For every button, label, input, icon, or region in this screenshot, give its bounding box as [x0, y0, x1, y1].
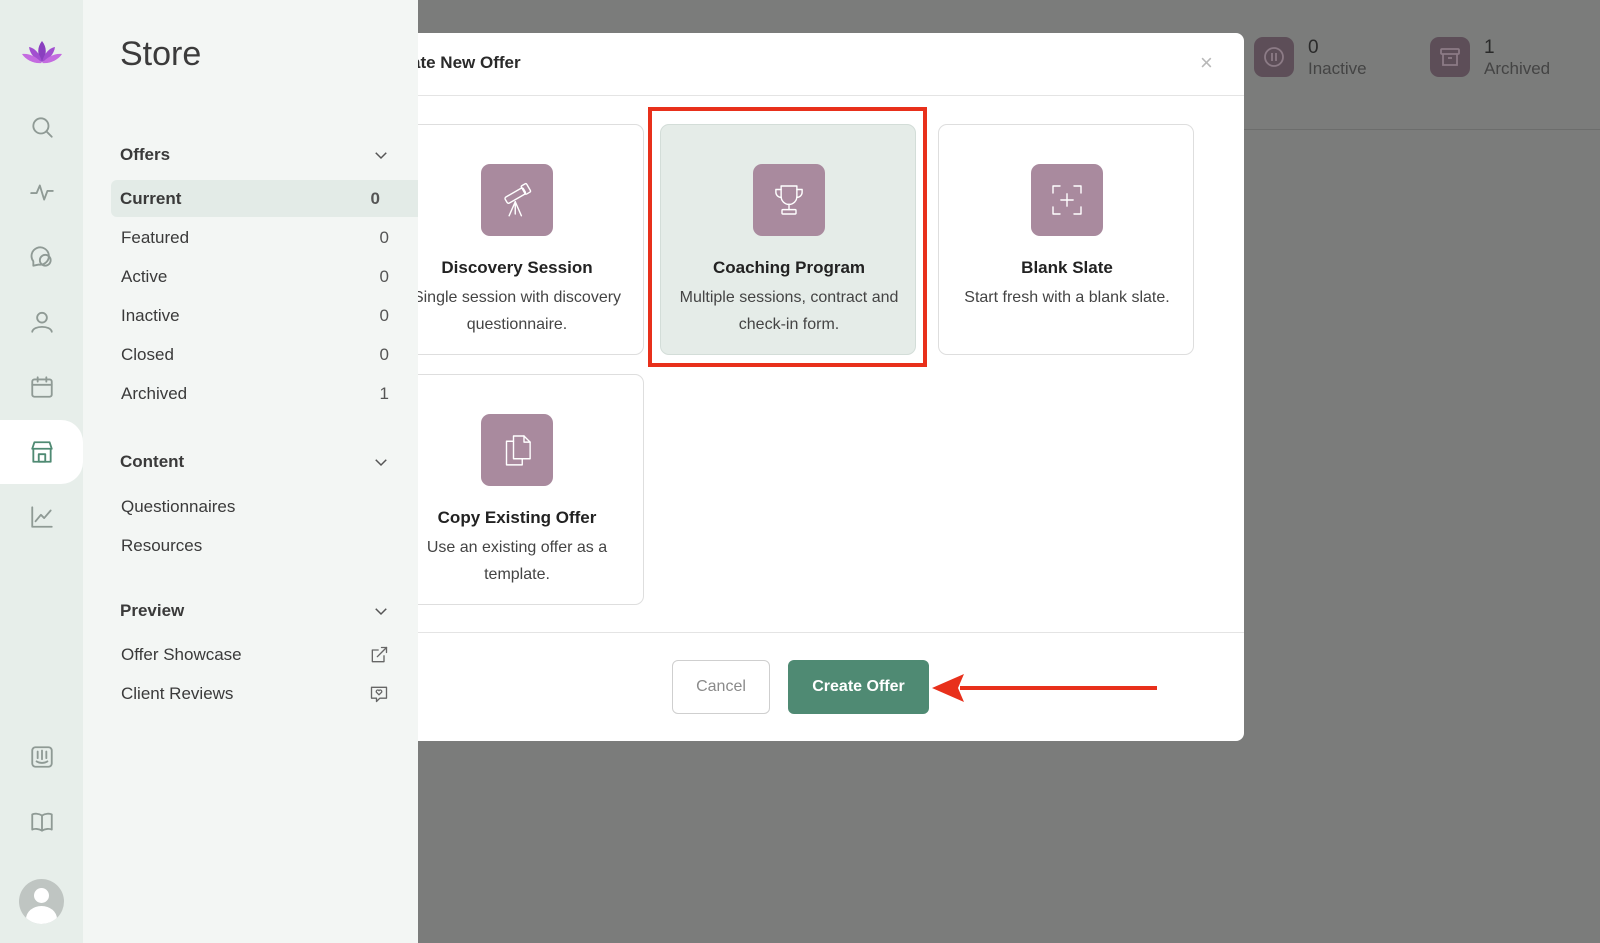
sidebar-item-count: 0 — [379, 227, 389, 247]
sidebar-item-count: 1 — [379, 383, 389, 403]
sidebar-item-closed[interactable]: Closed 0 — [120, 336, 390, 373]
activity-nav-button[interactable] — [0, 160, 83, 224]
blank-slate-icon — [1031, 164, 1103, 236]
sidebar-item-label: Closed — [121, 344, 174, 364]
card-description: Single session with discovery questionna… — [418, 289, 622, 333]
sidebar-item-label: Archived — [121, 383, 188, 403]
avatar-body — [26, 906, 57, 924]
create-offer-button[interactable]: Create Offer — [788, 660, 929, 714]
review-icon — [370, 686, 388, 702]
telescope-icon — [481, 164, 553, 236]
sidebar-item-count: 0 — [379, 344, 389, 364]
stat-value: 1 — [1484, 37, 1495, 58]
lotus-logo-icon[interactable] — [20, 38, 64, 68]
stat-archived: 1 Archived — [1430, 37, 1550, 80]
store-sidebar: Store Offers Current 0 Featured 0 Active… — [83, 0, 418, 943]
search-nav-button[interactable] — [0, 95, 83, 159]
sidebar-item-label: Active — [121, 266, 168, 286]
stat-value: 0 — [1308, 37, 1319, 58]
intercom-icon — [30, 746, 53, 768]
messages-nav-button[interactable] — [0, 225, 83, 289]
chevron-down-icon — [375, 459, 387, 467]
sidebar-item-questionnaires[interactable]: Questionnaires — [120, 488, 390, 525]
store-nav-button[interactable] — [0, 420, 83, 484]
external-link-icon — [371, 646, 388, 662]
highlight-box — [648, 107, 927, 367]
chevron-down-icon — [375, 608, 387, 616]
stat-inactive: 0 Inactive — [1254, 37, 1367, 80]
modal-header: ate New Offer × — [418, 33, 1244, 96]
card-description: Use an existing offer as a template. — [426, 539, 608, 583]
preview-heading: Preview — [120, 601, 185, 620]
chart-icon — [30, 506, 53, 528]
sidebar-item-count: 0 — [379, 305, 389, 325]
clients-nav-button[interactable] — [0, 290, 83, 354]
sidebar-item-inactive[interactable]: Inactive 0 — [120, 297, 390, 334]
modal-title: ate New Offer — [418, 53, 521, 72]
icon-rail — [0, 0, 83, 943]
store-icon — [30, 441, 53, 463]
calendar-nav-button[interactable] — [0, 355, 83, 419]
sidebar-item-label: Featured — [121, 227, 190, 247]
chat-icon — [30, 246, 52, 267]
user-icon — [30, 311, 53, 333]
offer-type-card-discovery-session[interactable]: Discovery Session Single session with di… — [418, 124, 644, 355]
sidebar-item-label: Questionnaires — [121, 496, 236, 516]
preview-section-header[interactable]: Preview — [120, 601, 390, 621]
offer-type-card-blank-slate[interactable]: Blank Slate Start fresh with a blank sla… — [938, 124, 1194, 355]
page-title: Store — [120, 35, 202, 73]
copy-icon — [481, 414, 553, 486]
close-icon[interactable]: × — [1200, 50, 1213, 76]
sidebar-item-client-reviews[interactable]: Client Reviews — [120, 675, 390, 712]
card-title: Blank Slate — [1021, 258, 1113, 277]
calendar-icon — [30, 376, 53, 398]
avatar[interactable] — [19, 879, 64, 924]
card-description: Start fresh with a blank slate. — [964, 289, 1170, 306]
stat-label: Archived — [1484, 59, 1551, 78]
support-chat-button[interactable] — [0, 725, 83, 789]
sidebar-item-offer-showcase[interactable]: Offer Showcase — [120, 636, 390, 673]
book-icon — [30, 812, 53, 832]
offer-type-card-copy-existing[interactable]: Copy Existing Offer Use an existing offe… — [418, 374, 644, 605]
red-arrow-icon — [932, 674, 1157, 702]
card-title: Discovery Session — [441, 258, 593, 277]
sidebar-item-featured[interactable]: Featured 0 — [120, 219, 390, 256]
offers-heading: Offers — [120, 145, 171, 164]
sidebar-item-count: 0 — [370, 188, 380, 208]
sidebar-item-active[interactable]: Active 0 — [120, 258, 390, 295]
cancel-button[interactable]: Cancel — [672, 660, 770, 714]
analytics-nav-button[interactable] — [0, 485, 83, 549]
archive-icon — [1430, 37, 1470, 77]
sidebar-item-label: Current — [120, 188, 182, 208]
sidebar-item-label: Offer Showcase — [121, 644, 242, 664]
offers-section-header[interactable]: Offers — [120, 145, 390, 165]
avatar-head — [34, 888, 49, 903]
activity-icon — [29, 184, 54, 201]
sidebar-item-count: 0 — [379, 266, 389, 286]
modal-footer-divider — [418, 632, 1244, 633]
sidebar-item-resources[interactable]: Resources — [120, 527, 390, 564]
content-section-header[interactable]: Content — [120, 452, 390, 472]
pause-icon — [1254, 37, 1294, 77]
search-icon — [31, 117, 53, 138]
sidebar-item-current[interactable]: Current 0 — [111, 180, 418, 217]
sidebar-item-archived[interactable]: Archived 1 — [120, 375, 390, 412]
help-docs-button[interactable] — [0, 790, 83, 854]
chevron-down-icon — [375, 152, 387, 160]
stat-label: Inactive — [1308, 59, 1367, 78]
sidebar-item-label: Client Reviews — [121, 683, 234, 703]
card-title: Copy Existing Offer — [437, 508, 597, 527]
content-heading: Content — [120, 452, 185, 471]
sidebar-item-label: Inactive — [121, 305, 180, 325]
sidebar-item-label: Resources — [121, 535, 203, 555]
